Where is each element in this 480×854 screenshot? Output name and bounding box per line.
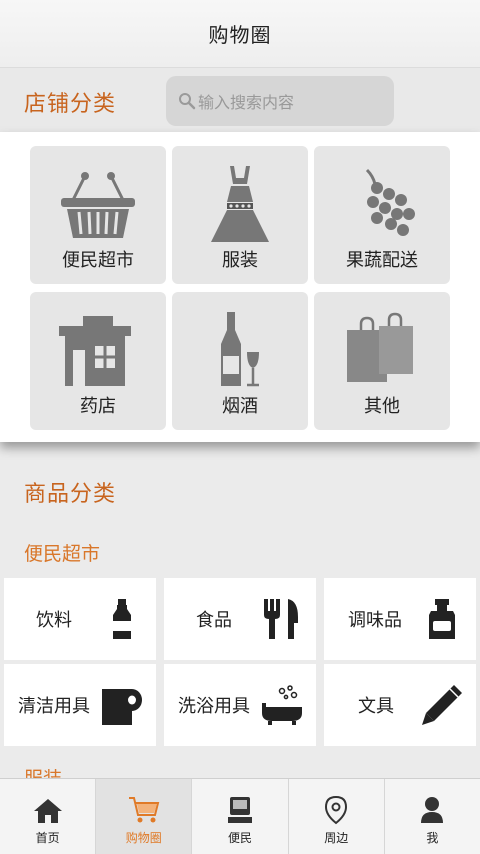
goods-item-drinks[interactable]: 饮料 [4,578,156,660]
store-category-label: 便民超市 [62,250,134,271]
tab-label: 首页 [35,831,60,845]
goods-item-label: 文具 [358,696,394,717]
basket-icon [61,172,135,238]
search-icon [179,93,196,110]
grapes-icon [365,168,415,236]
tissue-roll-icon [102,689,142,725]
tab-me[interactable]: 我 [385,779,480,854]
bottle-icon [113,599,131,639]
tab-label: 便民 [228,831,253,845]
store-category-pharmacy[interactable]: 药店 [30,292,166,430]
goods-subcategory-title: 便民超市 [24,543,101,565]
tab-label: 周边 [324,831,349,845]
tab-shopping-circle[interactable]: 购物圈 [96,779,193,854]
tab-home[interactable]: 首页 [0,779,97,854]
store-category-tobacco-wine[interactable]: 烟酒 [172,292,308,430]
tab-label: 购物圈 [125,831,162,845]
location-pin-icon [325,795,348,825]
fork-knife-icon [264,599,298,639]
store-category-label: 服装 [222,250,258,271]
top-bar: 购物圈 [0,0,480,68]
sauce-jar-icon [429,599,455,639]
shopping-bags-icon [347,312,413,382]
building-icon [59,316,131,386]
goods-item-label: 食品 [196,610,232,631]
search-placeholder: 输入搜索内容 [198,93,295,112]
user-icon [421,797,444,823]
goods-item-food[interactable]: 食品 [164,578,316,660]
cart-icon [128,797,160,823]
tab-nearby[interactable]: 周边 [289,779,385,854]
goods-item-label: 清洁用具 [18,696,90,717]
store-category-produce[interactable]: 果蔬配送 [314,146,450,284]
goods-item-bath[interactable]: 洗浴用具 [164,664,316,746]
goods-item-cleaning[interactable]: 清洁用具 [4,664,156,746]
pen-icon [422,685,462,725]
store-category-label: 药店 [80,396,116,417]
tab-label: 我 [426,831,439,845]
tab-convenience[interactable]: 便民 [192,779,289,854]
store-category-label: 烟酒 [222,396,258,417]
goods-item-stationery[interactable]: 文具 [324,664,476,746]
goods-item-label: 洗浴用具 [178,696,250,717]
store-category-label: 果蔬配送 [346,250,418,271]
store-category-clothing[interactable]: 服装 [172,146,308,284]
store-category-label: 其他 [364,396,400,417]
page-title: 购物圈 [208,23,272,47]
store-category-header: 店铺分类 输入搜索内容 [0,68,480,132]
home-icon [33,799,62,823]
store-category-convenience[interactable]: 便民超市 [30,146,166,284]
store-category-grid: 便民超市 服装 果蔬配送 药店 烟酒 其他 [30,146,450,430]
store-category-panel: 便民超市 服装 果蔬配送 药店 烟酒 其他 [0,132,480,442]
goods-item-seasoning[interactable]: 调味品 [324,578,476,660]
goods-category-title: 商品分类 [24,482,117,507]
store-category-other[interactable]: 其他 [314,292,450,430]
goods-item-label: 调味品 [348,610,402,631]
goods-category-grid: 饮料 食品 调味品 清洁用具 洗浴用具 文具 [4,578,476,746]
search-input[interactable]: 输入搜索内容 [166,76,394,126]
service-icon [228,797,252,823]
bathtub-icon [262,685,302,725]
dress-icon [211,166,269,242]
store-category-title: 店铺分类 [24,92,117,117]
bottom-tab-bar: 首页 购物圈 便民 周边 我 [0,778,480,854]
goods-item-label: 饮料 [36,610,72,631]
wine-icon [221,312,259,387]
